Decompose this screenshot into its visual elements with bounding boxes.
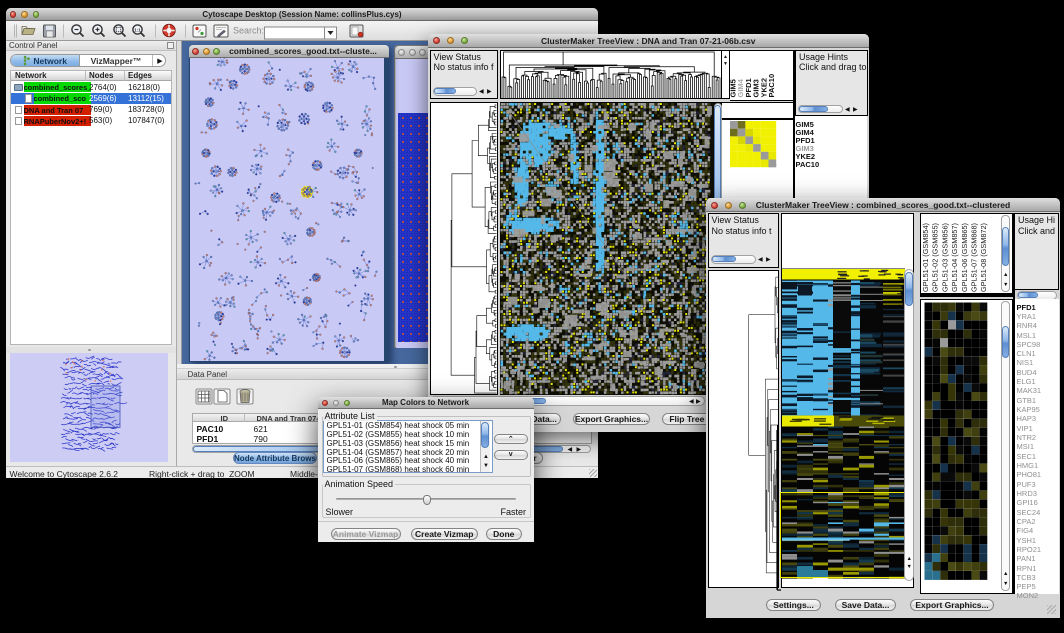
svg-text:GPL51-07 (GSM868): GPL51-07 (GSM868): [970, 223, 979, 292]
svg-text:GPL51-02 (GSM855): GPL51-02 (GSM855): [931, 223, 940, 292]
svg-text:GPL51-04 (GSM857): GPL51-04 (GSM857): [950, 223, 959, 292]
svg-text:GPL51-03 (GSM856): GPL51-03 (GSM856): [940, 223, 949, 292]
svg-text:GPL51-06 (GSM865): GPL51-06 (GSM865): [960, 223, 969, 292]
svg-text:GPL51-01 (GSM854): GPL51-01 (GSM854): [921, 223, 930, 292]
svg-text:Search:: Search:: [233, 26, 264, 36]
svg-text:GPL51-08 (GSM872): GPL51-08 (GSM872): [979, 223, 988, 292]
svg-text:1:1: 1:1: [134, 28, 141, 33]
svg-text:PAC10: PAC10: [767, 73, 776, 97]
